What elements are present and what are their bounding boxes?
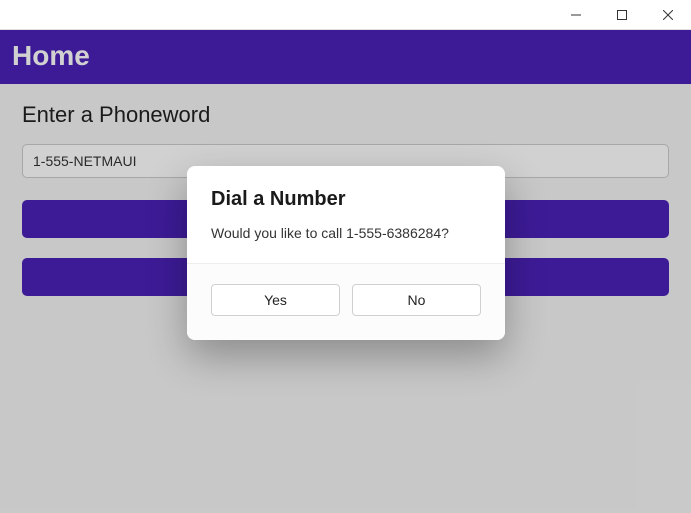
dialog-actions: Yes No [187, 263, 505, 340]
minimize-icon [571, 10, 581, 20]
titlebar [0, 0, 691, 30]
maximize-icon [617, 10, 627, 20]
dial-dialog: Dial a Number Would you like to call 1-5… [187, 166, 505, 340]
minimize-button[interactable] [553, 0, 599, 29]
close-icon [663, 10, 673, 20]
dialog-message: Would you like to call 1-555-6386284? [211, 225, 481, 241]
dialog-yes-button[interactable]: Yes [211, 284, 340, 316]
close-button[interactable] [645, 0, 691, 29]
dialog-no-button[interactable]: No [352, 284, 481, 316]
dialog-body: Dial a Number Would you like to call 1-5… [187, 166, 505, 263]
dialog-title: Dial a Number [211, 188, 481, 211]
maximize-button[interactable] [599, 0, 645, 29]
